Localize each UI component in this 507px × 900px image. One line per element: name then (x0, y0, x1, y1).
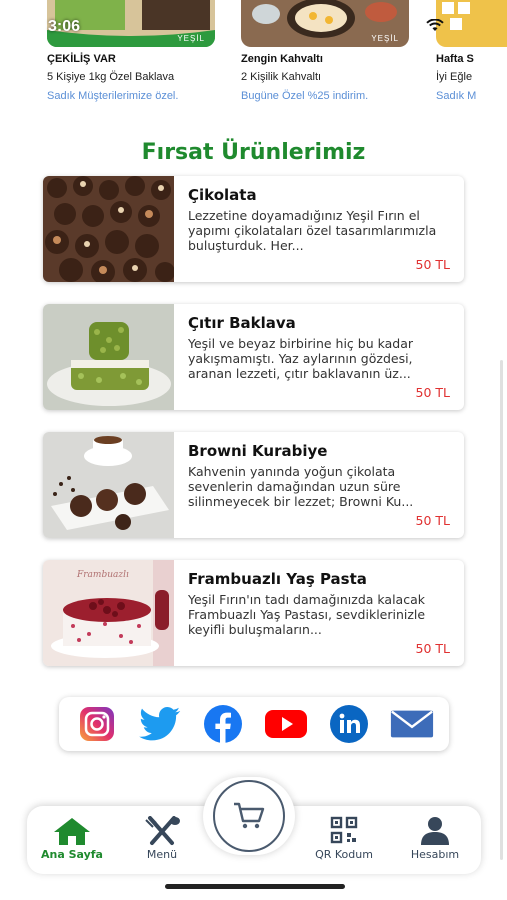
product-description: Kahvenin yanında yoğun çikolata sevenler… (188, 464, 414, 509)
promo-link[interactable]: Sadık M (436, 90, 507, 102)
product-image-chocolate (43, 176, 174, 282)
product-price: 50 TL (415, 385, 450, 400)
product-image-caption: Frambuazlı (77, 570, 129, 580)
nav-label-qr: QR Kodum (315, 848, 373, 861)
nav-item-menu[interactable]: Menü (122, 816, 202, 861)
product-name: Çikolata (188, 186, 257, 204)
product-image-baklava (43, 304, 174, 410)
product-card-raspberry-cake[interactable]: Frambuazlı Frambuazlı Yaş Pasta Yeşil Fı… (43, 560, 464, 666)
promo-brand: YEŞİL (177, 34, 205, 43)
product-card-chocolate[interactable]: Çikolata Lezzetine doyamadığınız Yeşil F… (43, 176, 464, 282)
promo-carousel[interactable]: YEŞİL ÇEKİLİŞ VAR 5 Kişiye 1kg Özel Bakl… (0, 0, 507, 110)
promo-card-weekend[interactable]: Hafta S İyi Eğle Sadık M (436, 0, 507, 110)
promo-subtitle: 2 Kişilik Kahvaltı (241, 71, 322, 83)
youtube-icon[interactable] (263, 704, 309, 744)
promo-title: Hafta S (436, 53, 474, 65)
product-description: Lezzetine doyamadığınız Yeşil Fırın el y… (188, 208, 437, 253)
product-price: 50 TL (415, 513, 450, 528)
promo-image-breakfast: YEŞİL (241, 0, 409, 47)
status-time: 3:06 (48, 18, 81, 35)
instagram-icon[interactable] (74, 704, 120, 744)
promo-subtitle: 5 Kişiye 1kg Özel Baklava (47, 71, 175, 83)
promo-card-breakfast[interactable]: YEŞİL Zengin Kahvaltı 2 Kişilik Kahvaltı… (241, 0, 416, 110)
section-title: Fırsat Ürünlerimiz (141, 140, 366, 165)
promo-link[interactable]: Sadık Müşterilerimize özel. (47, 90, 222, 102)
product-name: Çıtır Baklava (188, 314, 296, 332)
product-description: Yeşil Fırın'ın tadı damağınızda kalacak … (188, 592, 426, 637)
home-indicator (165, 884, 345, 889)
promo-subtitle: İyi Eğle (436, 71, 473, 83)
promo-image-weekend (436, 0, 507, 47)
product-name: Frambuazlı Yaş Pasta (188, 570, 367, 588)
fork-knife-icon (145, 816, 180, 845)
product-card-baklava[interactable]: Çıtır Baklava Yeşil ve beyaz birbirine h… (43, 304, 464, 410)
product-image-raspberry-cake: Frambuazlı (43, 560, 174, 666)
qr-code-icon (330, 816, 358, 844)
promo-card-lottery[interactable]: YEŞİL ÇEKİLİŞ VAR 5 Kişiye 1kg Özel Bakl… (47, 0, 222, 110)
twitter-icon[interactable] (137, 704, 183, 744)
scrollbar[interactable] (500, 360, 503, 860)
nav-item-qr[interactable]: QR Kodum (304, 816, 384, 861)
linkedin-icon[interactable] (326, 704, 372, 744)
product-card-brownie-cookies[interactable]: Browni Kurabiye Kahvenin yanında yoğun ç… (43, 432, 464, 538)
nav-item-home[interactable]: Ana Sayfa (32, 816, 112, 861)
cart-button[interactable] (203, 777, 295, 855)
promo-link[interactable]: Bugüne Özel %25 indirim. (241, 90, 416, 102)
product-name: Browni Kurabiye (188, 442, 328, 460)
product-image-brownie-cookies (43, 432, 174, 538)
mail-icon[interactable] (389, 704, 435, 744)
wifi-icon (426, 18, 444, 37)
facebook-icon[interactable] (200, 704, 246, 744)
nav-label-account: Hesabım (410, 848, 460, 861)
nav-label-home: Ana Sayfa (41, 848, 103, 861)
social-media-bar (59, 697, 449, 751)
product-price: 50 TL (415, 641, 450, 656)
product-description: Yeşil ve beyaz birbirine hiç bu kadar ya… (188, 336, 414, 381)
home-icon (54, 818, 90, 845)
promo-brand: YEŞİL (371, 34, 399, 43)
cart-icon (234, 802, 265, 829)
promo-title: Zengin Kahvaltı (241, 53, 323, 65)
nav-label-menu: Menü (146, 848, 178, 861)
user-icon (421, 817, 449, 845)
product-price: 50 TL (415, 257, 450, 272)
promo-title: ÇEKİLİŞ VAR (47, 53, 116, 65)
nav-item-account[interactable]: Hesabım (395, 816, 475, 861)
